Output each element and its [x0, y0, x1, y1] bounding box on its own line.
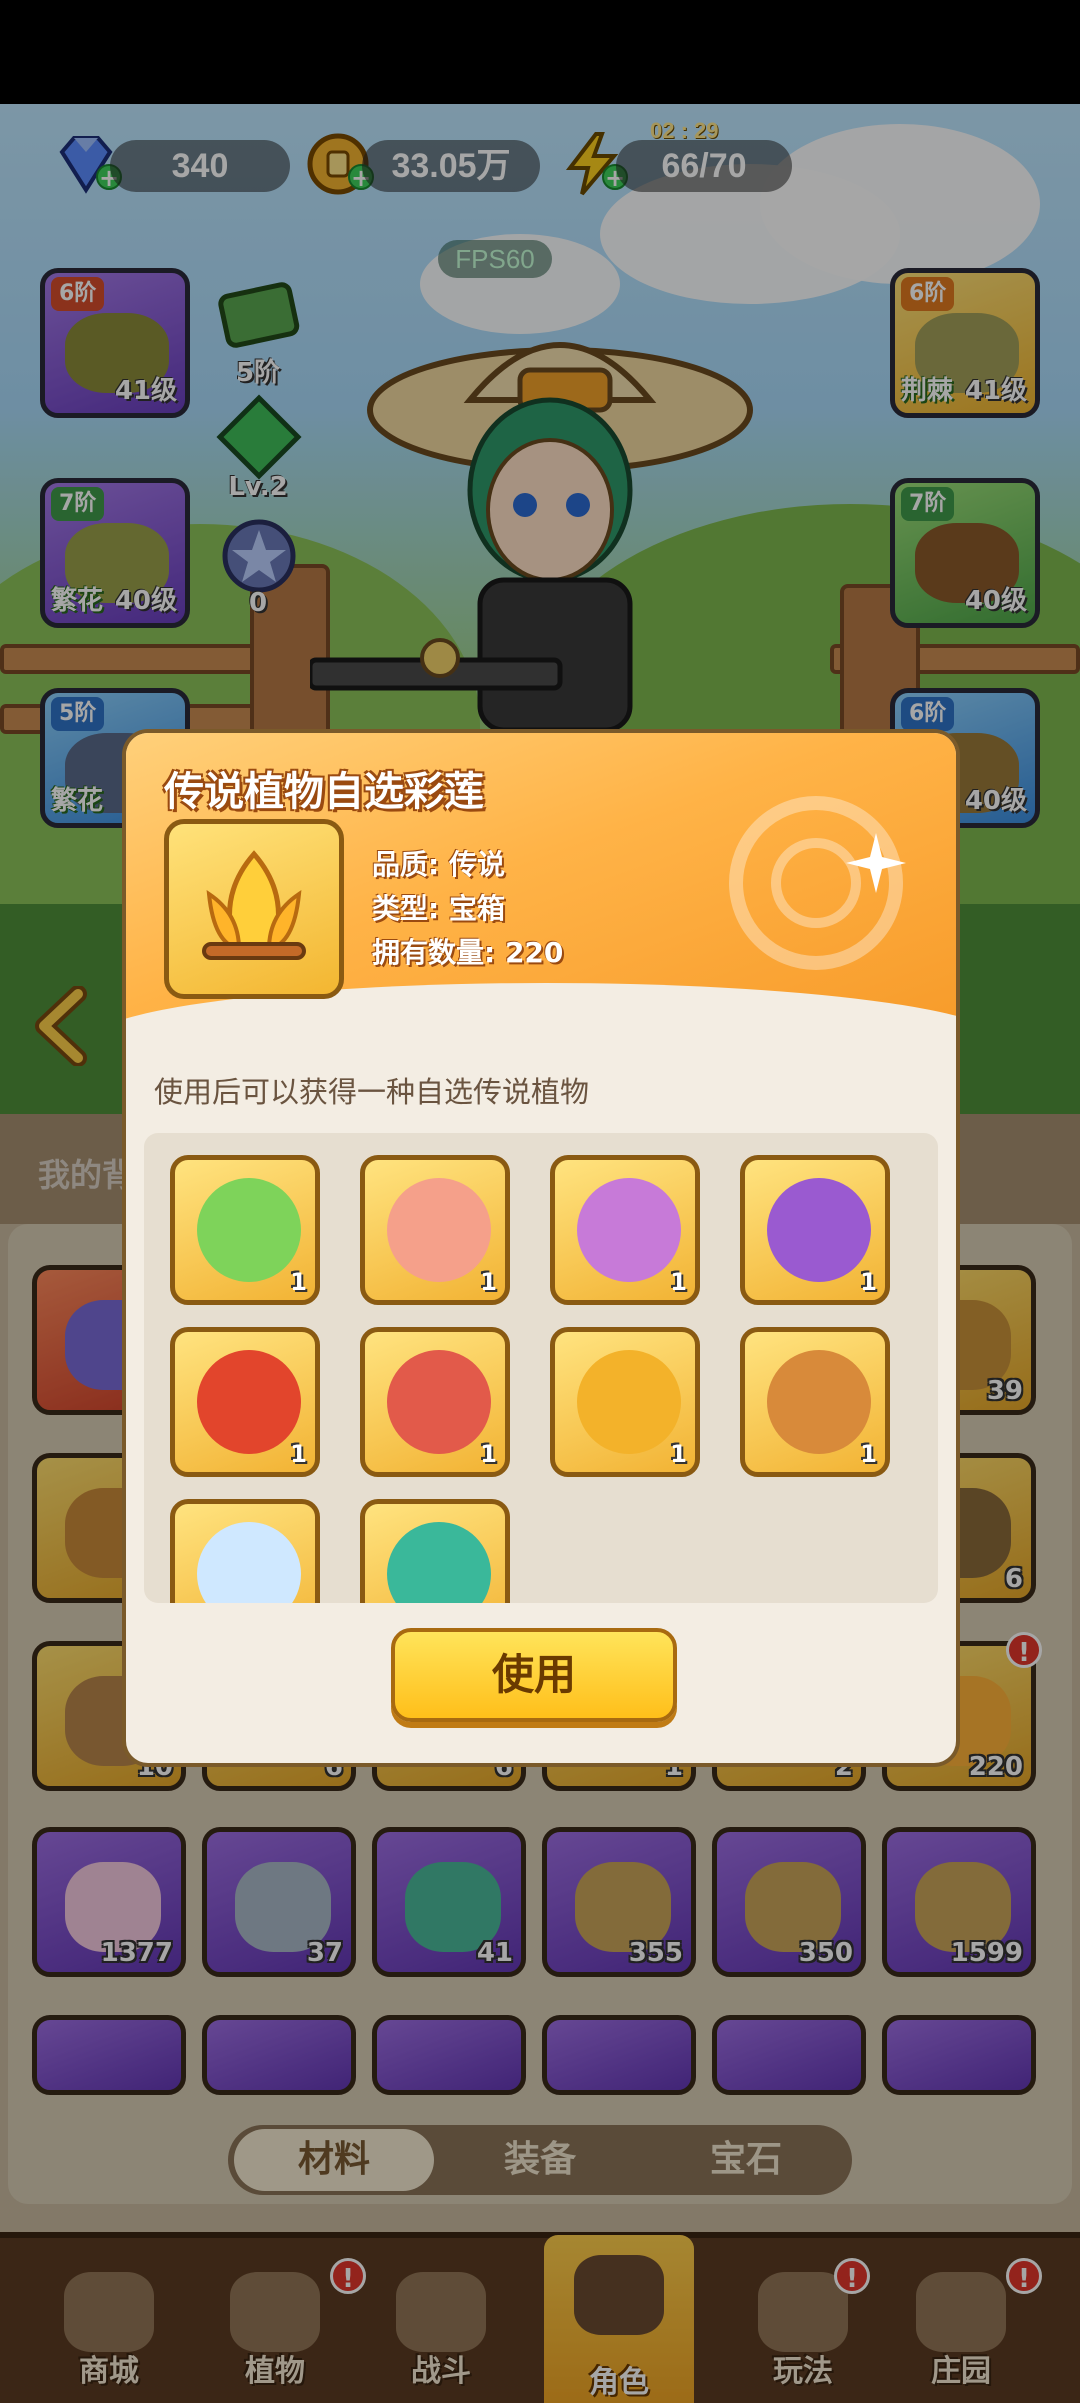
plant-choice[interactable]: 1 — [740, 1155, 890, 1305]
sea-king-plant-icon — [387, 1522, 491, 1603]
choice-count: 1 — [290, 1268, 307, 1296]
item-owned-count: 拥有数量: 220 — [372, 936, 564, 969]
choice-count: 1 — [670, 1268, 687, 1296]
peach-plant-icon — [387, 1178, 491, 1282]
gauntlet-plant-icon — [577, 1178, 681, 1282]
plant-choice[interactable]: 1 — [550, 1155, 700, 1305]
plant-choice[interactable]: 1 — [360, 1327, 510, 1477]
pea-plant-icon — [197, 1178, 301, 1282]
dialog-title: 传说植物自选彩莲 — [164, 769, 484, 815]
plant-choice[interactable] — [360, 1499, 510, 1603]
choice-count: 1 — [480, 1268, 497, 1296]
choice-count: 1 — [860, 1440, 877, 1468]
lotus-flame-icon — [202, 850, 306, 960]
plant-choice[interactable]: 1 — [740, 1327, 890, 1477]
iron-mask-plant-icon — [767, 1350, 871, 1454]
plant-choice[interactable]: 1 — [550, 1327, 700, 1477]
plant-choice[interactable] — [170, 1499, 320, 1603]
dragon-plant-icon — [387, 1350, 491, 1454]
plant-choice[interactable]: 1 — [170, 1155, 320, 1305]
item-preview — [164, 819, 344, 999]
witch-plant-icon — [767, 1178, 871, 1282]
item-type: 类型: 宝箱 — [372, 892, 505, 925]
plant-choice-grid: 1 1 1 1 1 1 1 1 — [144, 1133, 938, 1603]
choice-count: 1 — [860, 1268, 877, 1296]
chili-plant-icon — [197, 1350, 301, 1454]
plant-choice[interactable]: 1 — [170, 1327, 320, 1477]
plant-choice[interactable]: 1 — [360, 1155, 510, 1305]
use-button[interactable]: 使用 — [391, 1628, 677, 1722]
ice-fox-plant-icon — [197, 1522, 301, 1603]
choice-count: 1 — [670, 1440, 687, 1468]
dialog-description: 使用后可以获得一种自选传说植物 — [154, 1075, 590, 1109]
item-quality: 品质: 传说 — [372, 848, 505, 881]
sparkle-icon — [846, 833, 906, 893]
sun-emblem-icon — [729, 796, 903, 970]
choice-count: 1 — [480, 1440, 497, 1468]
golden-warrior-plant-icon — [577, 1350, 681, 1454]
item-dialog: 传说植物自选彩莲 品质: 传说 类型: 宝箱 拥有数量: 220 使用后可以获得… — [126, 733, 956, 1763]
choice-count: 1 — [290, 1440, 307, 1468]
